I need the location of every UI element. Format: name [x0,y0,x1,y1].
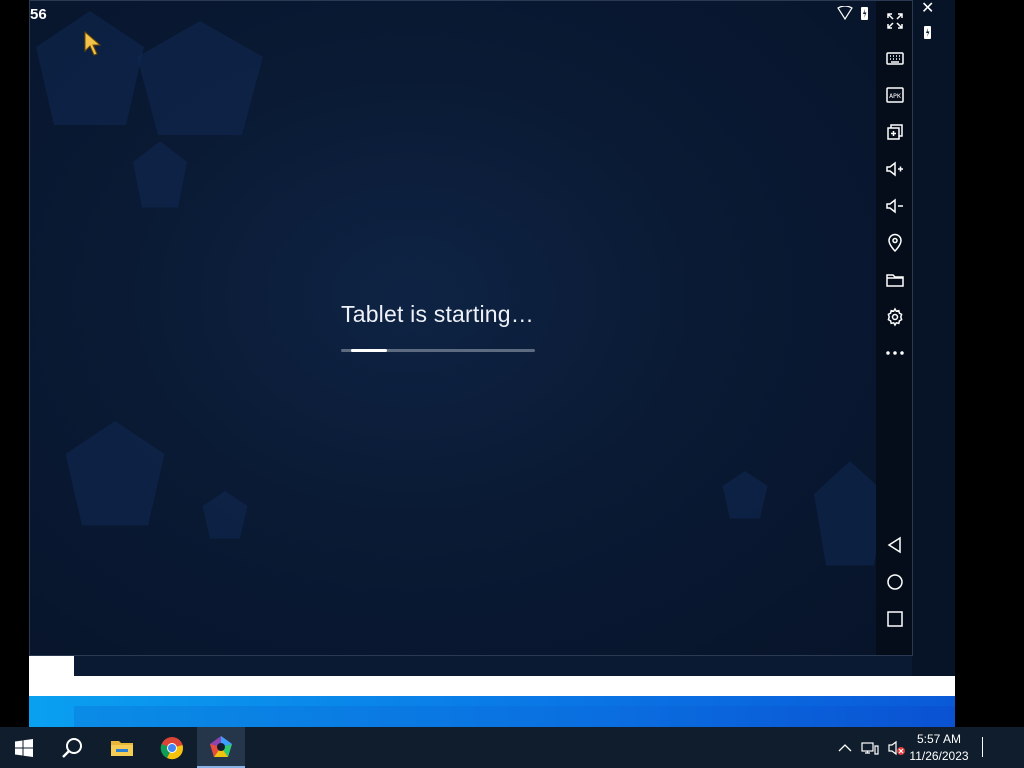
volume-up-icon [886,161,903,177]
search-button[interactable] [48,727,96,768]
clock-date: 11/26/2023 [909,749,969,763]
desktop: 56 Tablet is starting… APK ✕ 5:57 AM 11/… [0,0,1024,768]
multi-instance-button[interactable] [881,118,909,146]
more-icon [886,351,904,355]
background-shape [137,21,263,135]
background-window-edge [912,0,955,676]
chrome-icon [160,736,183,759]
battery-icon [924,26,931,42]
keyboard-icon [886,52,904,65]
clock-time: 5:57 AM [916,732,962,746]
background-window-banner-inner [74,706,955,727]
start-button[interactable] [0,727,48,768]
background-window-bar [74,676,955,696]
volume-down-icon [886,198,903,214]
recents-button[interactable] [881,605,909,633]
folder-icon [886,274,904,287]
show-desktop-button[interactable] [982,737,983,757]
settings-button[interactable] [881,303,909,331]
background-shape [814,461,876,566]
volume-down-button[interactable] [881,192,909,220]
network-icon[interactable] [861,741,879,755]
chrome-button[interactable] [148,727,196,768]
close-icon[interactable]: ✕ [921,0,934,18]
file-explorer-icon [111,740,133,756]
recents-icon [887,611,903,627]
back-button[interactable] [881,531,909,559]
location-button[interactable] [881,229,909,257]
windows-taskbar: 5:57 AM 11/26/2023 [0,727,1024,768]
settings-gear-icon [887,307,903,327]
boot-status-text: Tablet is starting… [341,301,534,327]
folder-button[interactable] [881,266,909,294]
taskbar-clock[interactable]: 5:57 AM 11/26/2023 [906,731,972,765]
background-shape [722,471,768,519]
file-explorer-button[interactable] [98,727,146,768]
back-icon [887,536,901,554]
search-icon [62,737,82,758]
start-icon [15,738,33,757]
background-window-panel [29,656,74,696]
location-icon [888,233,902,253]
battery-icon [861,6,868,20]
boot-progress-fill [351,349,387,352]
fullscreen-button[interactable] [881,7,909,35]
multi-instance-icon [887,124,903,140]
system-tray [838,727,906,768]
volume-muted-icon[interactable] [888,740,906,756]
boot-progress-bar [341,349,535,352]
android-screen[interactable]: 56 Tablet is starting… [30,1,876,655]
keyboard-button[interactable] [881,44,909,72]
apk-button[interactable]: APK [881,81,909,109]
more-button[interactable] [881,339,909,367]
background-shape [133,141,187,208]
wifi-icon [837,6,853,20]
mouse-cursor-icon [84,31,102,56]
home-icon [887,574,903,590]
emulator-app-button[interactable] [197,727,245,768]
home-button[interactable] [881,568,909,596]
fps-counter: 56 [30,6,47,23]
background-shape [202,491,248,539]
volume-up-button[interactable] [881,155,909,183]
android-status-bar [837,6,868,20]
apk-icon: APK [886,87,904,103]
fullscreen-icon [887,13,903,29]
emulator-app-icon [210,735,232,757]
emulator-window: 56 Tablet is starting… APK [29,0,913,656]
background-shape [65,421,165,526]
background-shape [36,11,144,125]
svg-text:APK: APK [889,92,901,100]
emulator-toolbar: APK [876,1,912,655]
chevron-up-icon[interactable] [838,743,852,753]
